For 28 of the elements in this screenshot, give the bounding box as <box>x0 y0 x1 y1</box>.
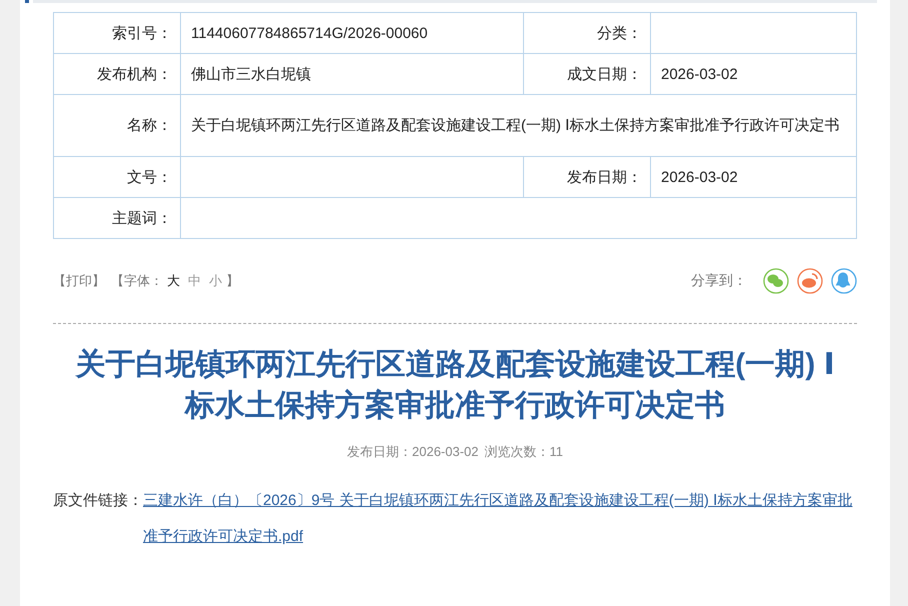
penguin-icon[interactable] <box>831 268 857 294</box>
field-label: 发布机构： <box>54 54 181 95</box>
field-label: 主题词： <box>54 198 181 239</box>
font-size-label: 【字体： <box>111 272 163 290</box>
swirl-icon[interactable] <box>797 268 823 294</box>
field-label: 文号： <box>54 157 181 198</box>
publish-date: 发布日期：2026-03-02 <box>347 443 478 461</box>
file-link[interactable]: 三建水许（白）〔2026〕9号 关于白坭镇环两江先行区道路及配套设施建设工程(一期) Ⅰ标水土保持方案审批准予行政许可决定书.pdf <box>143 483 857 555</box>
link-label: 原文件链接： <box>53 491 143 511</box>
view-count: 浏览次数：11 <box>484 443 563 461</box>
field-value: 11440607784865714G/2026-00060 <box>181 13 524 54</box>
field-label: 名称： <box>54 95 181 157</box>
chat-bubbles-icon[interactable] <box>763 268 789 294</box>
field-value: 关于白坭镇环两江先行区道路及配套设施建设工程(一期) Ⅰ标水土保持方案审批准予行政许可决定书 <box>181 95 857 157</box>
print-link[interactable]: 【打印】 <box>53 272 105 290</box>
font-size-option[interactable]: 中 <box>188 272 201 290</box>
share-label: 分享到： <box>691 272 747 290</box>
field-label: 索引号： <box>54 13 181 54</box>
font-size-option[interactable]: 小 <box>209 272 222 290</box>
field-label: 成文日期： <box>524 54 651 95</box>
field-value: 2026-03-02 <box>651 157 857 198</box>
field-value: 佛山市三水白坭镇 <box>181 54 524 95</box>
bracket: 】 <box>226 272 239 290</box>
field-value: 2026-03-02 <box>651 54 857 95</box>
article-title: 关于白坭镇环两江先行区道路及配套设施建设工程(一期) Ⅰ标水土保持方案审批准予行政许可决定书 <box>75 347 835 424</box>
field-label: 发布日期： <box>524 157 651 198</box>
field-label: 分类： <box>524 13 651 54</box>
font-size-option[interactable]: 大 <box>167 272 180 290</box>
